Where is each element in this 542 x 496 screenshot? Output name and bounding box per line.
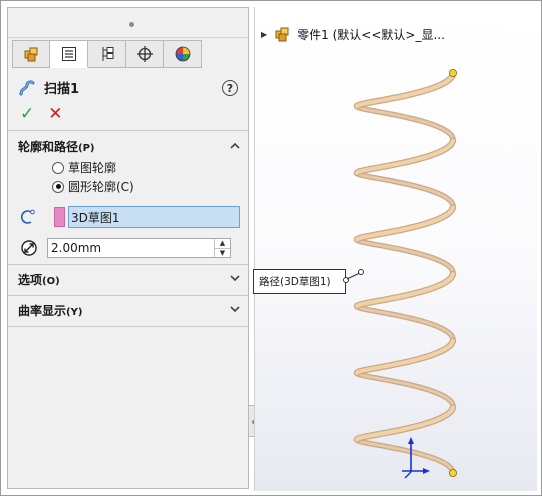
help-button[interactable]: ? bbox=[222, 80, 238, 96]
helix-strand-highlight bbox=[355, 238, 455, 275]
spin-up-icon[interactable]: ▲ bbox=[215, 239, 230, 249]
feature-header: 扫描1 bbox=[18, 78, 79, 97]
tab-display-manager[interactable] bbox=[164, 40, 202, 68]
section-title: 轮廓和路径 bbox=[18, 140, 79, 154]
diameter-value: 2.00mm bbox=[51, 241, 102, 255]
diameter-input[interactable]: 2.00mm ▲ ▼ bbox=[47, 238, 231, 258]
path-callout[interactable]: 路径(3D草图1) bbox=[253, 269, 346, 294]
diameter-spinner[interactable]: ▲ ▼ bbox=[214, 239, 230, 257]
chevron-down-icon[interactable] bbox=[228, 302, 242, 316]
path-start-point[interactable] bbox=[448, 69, 457, 78]
tab-dimxpert-manager[interactable] bbox=[126, 40, 164, 68]
helix-strand-highlight bbox=[355, 305, 455, 342]
helix-strand-highlight bbox=[355, 105, 455, 142]
path-end-point[interactable] bbox=[448, 468, 457, 477]
chevron-down-icon[interactable] bbox=[228, 271, 242, 285]
path-icon bbox=[20, 209, 35, 224]
path-pick-dot bbox=[358, 269, 364, 275]
divider bbox=[8, 295, 248, 296]
callout-label: 路径(3D草图1) bbox=[259, 276, 331, 288]
ok-button[interactable]: ✓ bbox=[20, 104, 34, 124]
feature-title: 扫描1 bbox=[44, 82, 80, 97]
manager-tabs bbox=[8, 40, 248, 68]
radio-button[interactable] bbox=[52, 180, 64, 193]
path-selection-row: 3D草图1 bbox=[20, 206, 240, 228]
helix-strand-highlight bbox=[355, 272, 455, 309]
radio-label: 草图轮廓 bbox=[68, 161, 117, 175]
helix-strand-highlight bbox=[355, 338, 455, 375]
section-profile-path-header[interactable]: 轮廓和路径(P) bbox=[18, 138, 95, 155]
section-options-header[interactable]: 选项(O) bbox=[18, 271, 60, 288]
section-title: 选项 bbox=[18, 273, 43, 287]
configuration-manager-icon bbox=[102, 47, 113, 61]
path-value: 3D草图1 bbox=[71, 210, 120, 225]
divider bbox=[8, 264, 248, 265]
spin-down-icon[interactable]: ▼ bbox=[215, 249, 230, 258]
tab-configuration-manager[interactable] bbox=[88, 40, 126, 68]
helix-strand-highlight bbox=[355, 371, 455, 408]
path-selection-box[interactable]: 3D草图1 bbox=[68, 206, 240, 228]
helix-model[interactable] bbox=[254, 7, 537, 491]
display-manager-icon bbox=[175, 46, 190, 62]
radio-sketch-profile[interactable]: 草图轮廓 bbox=[52, 159, 116, 176]
cancel-button[interactable]: ✕ bbox=[48, 104, 62, 124]
diameter-icon bbox=[21, 240, 37, 256]
selection-color-swatch bbox=[54, 207, 65, 227]
radio-button[interactable] bbox=[52, 161, 64, 174]
section-shortcut: (Y) bbox=[66, 307, 83, 318]
helix-strand-highlight bbox=[355, 205, 455, 242]
chevron-up-icon[interactable] bbox=[228, 139, 242, 153]
section-shortcut: (P) bbox=[78, 143, 95, 154]
sweep-window: 扫描1 ? ✓ ✕ 轮廓和路径(P) 草图轮廓 圆形轮廓(C) 3D草图1 2.… bbox=[0, 0, 542, 496]
helix-strand-highlight bbox=[355, 138, 455, 175]
dimxpert-manager-icon bbox=[136, 46, 153, 62]
radio-circular-profile[interactable]: 圆形轮廓(C) bbox=[52, 178, 134, 195]
sweep-icon bbox=[19, 79, 35, 95]
tab-property-manager[interactable] bbox=[50, 40, 88, 68]
radio-label: 圆形轮廓(C) bbox=[68, 180, 134, 194]
property-manager-panel: 扫描1 ? ✓ ✕ 轮廓和路径(P) 草图轮廓 圆形轮廓(C) 3D草图1 2.… bbox=[7, 7, 249, 489]
panel-header bbox=[8, 8, 248, 38]
helix-strand-highlight bbox=[355, 171, 455, 208]
section-title: 曲率显示 bbox=[18, 304, 67, 318]
feature-manager-icon bbox=[24, 47, 38, 62]
divider bbox=[8, 130, 248, 131]
panel-resize-grip[interactable] bbox=[129, 22, 134, 27]
tab-feature-manager[interactable] bbox=[12, 40, 50, 68]
section-curvature-header[interactable]: 曲率显示(Y) bbox=[18, 302, 82, 319]
ok-cancel-bar: ✓ ✕ bbox=[20, 104, 63, 124]
property-manager-icon bbox=[61, 47, 76, 61]
section-shortcut: (O) bbox=[42, 276, 60, 287]
helix-strand-highlight bbox=[355, 405, 455, 442]
diameter-row: 2.00mm ▲ ▼ bbox=[20, 238, 231, 258]
divider bbox=[8, 326, 248, 327]
helix-strand-highlight bbox=[355, 438, 455, 475]
helix-strand-highlight bbox=[355, 71, 455, 109]
